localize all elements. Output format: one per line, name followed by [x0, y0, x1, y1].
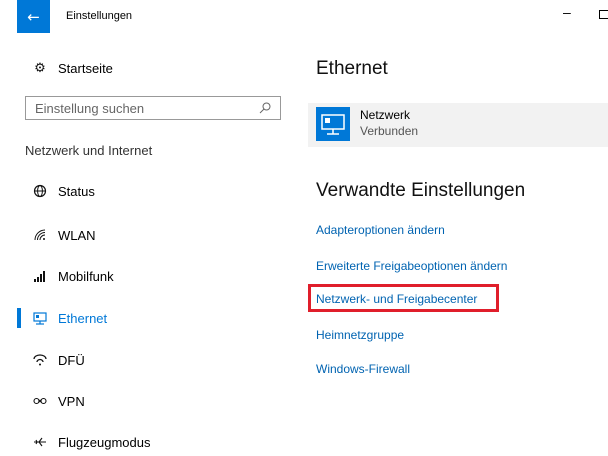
sidebar-item-flugzeugmodus[interactable]: Flugzeugmodus: [32, 431, 151, 453]
sidebar-item-dfu[interactable]: DFÜ: [32, 349, 85, 371]
link-windows-firewall[interactable]: Windows-Firewall: [316, 362, 410, 376]
link-heimnetzgruppe[interactable]: Heimnetzgruppe: [316, 328, 404, 342]
window-title: Einstellungen: [66, 10, 133, 22]
sidebar-item-label: DFÜ: [58, 352, 85, 368]
title-bar: ← Einstellungen –: [0, 0, 608, 33]
vpn-icon: [32, 393, 48, 409]
page-title: Ethernet: [316, 58, 388, 79]
wifi-icon: [32, 227, 48, 243]
search-placeholder: Einstellung suchen: [35, 100, 145, 116]
network-card[interactable]: Netzwerk Verbunden: [308, 103, 608, 147]
sidebar-item-label: Startseite: [58, 60, 113, 76]
search-input[interactable]: Einstellung suchen: [25, 96, 281, 120]
airplane-icon: [32, 434, 48, 450]
minimize-button[interactable]: –: [563, 4, 571, 20]
section-label: Netzwerk und Internet: [25, 143, 153, 158]
sidebar-item-mobilfunk[interactable]: Mobilfunk: [32, 265, 114, 287]
globe-icon: [32, 183, 48, 199]
dialup-icon: [32, 352, 48, 368]
arrow-left-icon: ←: [27, 7, 40, 26]
search-icon: [256, 102, 274, 114]
sidebar-item-home[interactable]: ⚙ Startseite: [32, 57, 113, 79]
related-settings-heading: Verwandte Einstellungen: [316, 180, 526, 201]
link-adapteroptionen[interactable]: Adapteroptionen ändern: [316, 223, 445, 237]
maximize-button[interactable]: [599, 10, 608, 19]
sidebar-item-label: Flugzeugmodus: [58, 434, 151, 450]
network-status: Verbunden: [360, 124, 419, 138]
sidebar-item-label: Status: [58, 183, 95, 199]
sidebar-item-status[interactable]: Status: [32, 180, 95, 202]
back-button[interactable]: ←: [17, 0, 50, 33]
link-erweiterte-freigabeoptionen[interactable]: Erweiterte Freigabeoptionen ändern: [316, 259, 507, 273]
ethernet-icon: [32, 310, 48, 326]
sidebar-item-label: VPN: [58, 393, 85, 409]
sidebar-item-label: Mobilfunk: [58, 268, 114, 284]
selection-indicator: [17, 308, 21, 328]
sidebar-item-vpn[interactable]: VPN: [32, 390, 85, 412]
sidebar-item-label: Ethernet: [58, 310, 108, 326]
ethernet-network-icon: [316, 107, 350, 141]
cellular-icon: [32, 268, 48, 284]
network-name: Netzwerk: [360, 108, 411, 122]
sidebar-item-wlan[interactable]: WLAN: [32, 224, 96, 246]
link-netzwerk-freigabecenter[interactable]: Netzwerk- und Freigabecenter: [316, 292, 477, 306]
sidebar-item-ethernet[interactable]: Ethernet: [32, 307, 107, 329]
sidebar-item-label: WLAN: [58, 227, 96, 243]
gear-icon: ⚙: [34, 60, 46, 76]
